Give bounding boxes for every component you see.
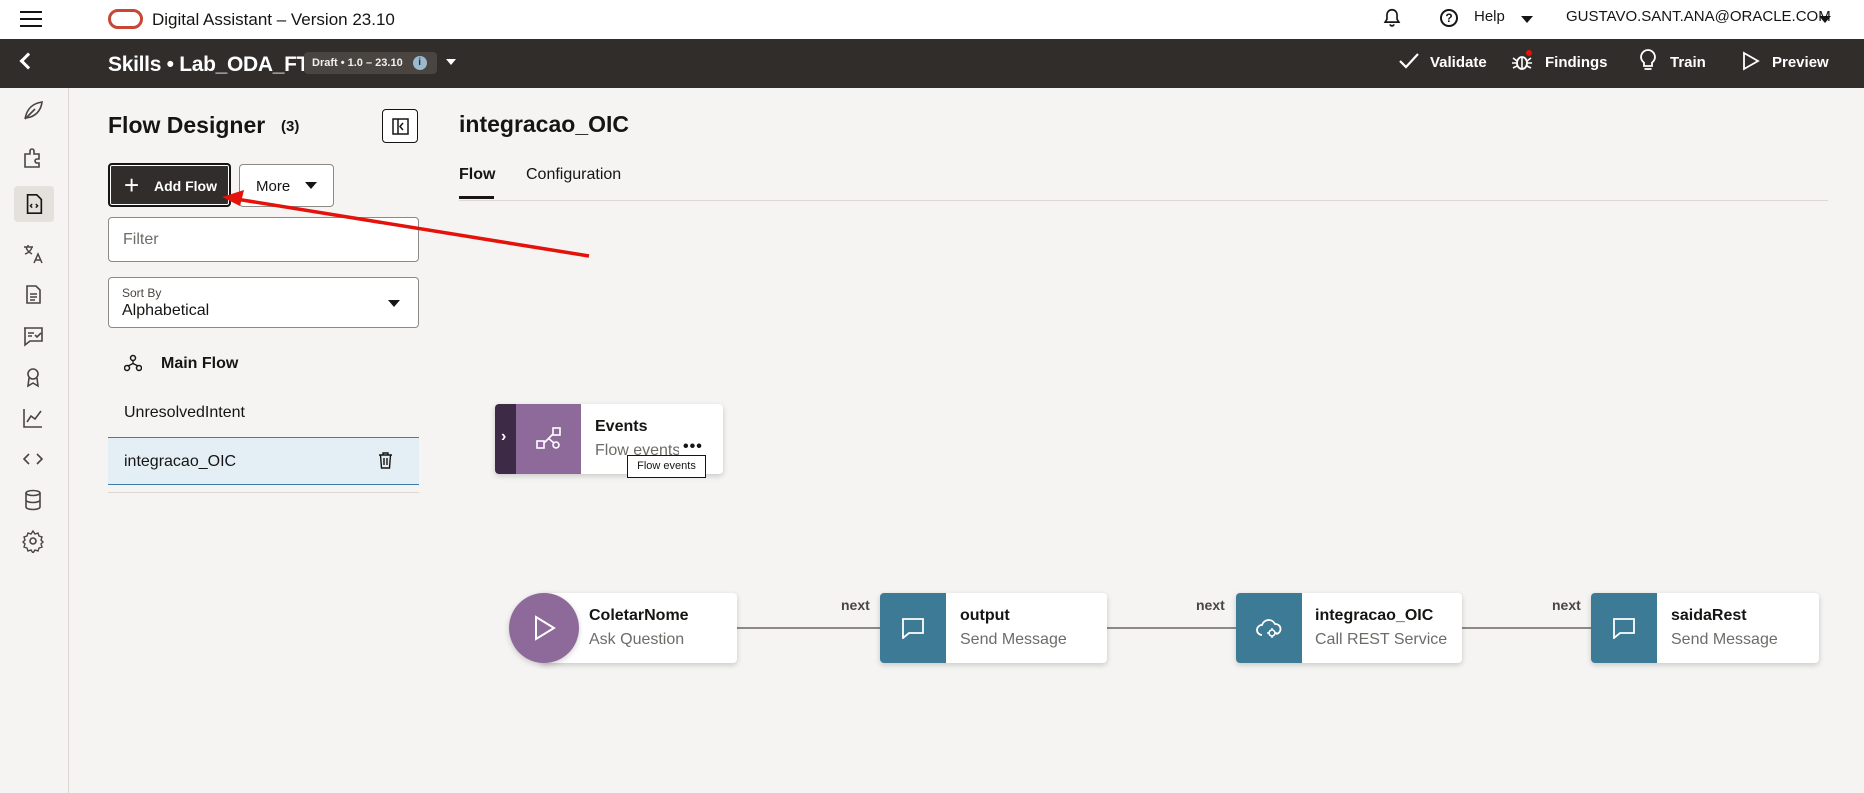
collapse-icon (392, 118, 409, 135)
skill-version-caret-icon[interactable] (446, 59, 456, 65)
documents-icon[interactable] (21, 283, 45, 307)
flow-node-saidarest[interactable]: saidaRest Send Message (1591, 593, 1819, 663)
connector-line (1106, 627, 1236, 629)
node-title: integracao_OIC (1315, 607, 1434, 624)
more-button[interactable]: More (239, 164, 334, 207)
more-caret-icon (305, 182, 317, 189)
analytics-icon[interactable] (21, 406, 45, 430)
leaf-icon[interactable] (21, 99, 45, 123)
flows-nav-item[interactable] (14, 186, 54, 222)
active-tab-indicator (459, 196, 494, 199)
flow-item-label: UnresolvedIntent (124, 404, 245, 421)
version-badge-label: Draft • 1.0 – 23.10 (312, 57, 403, 69)
edge-label: next (841, 597, 870, 613)
hamburger-menu-icon[interactable] (20, 11, 42, 27)
node-icon-box (1236, 593, 1302, 663)
sort-by-label: Sort By (122, 286, 162, 300)
flow-item-label: integracao_OIC (124, 453, 237, 470)
node-subtitle: Send Message (960, 631, 1067, 648)
sort-by-select[interactable]: Sort By Alphabetical (108, 277, 419, 328)
flow-node-integracao-oic[interactable]: integracao_OIC Call REST Service (1236, 593, 1462, 663)
more-options-icon[interactable]: ••• (683, 438, 703, 456)
node-title: output (960, 607, 1010, 624)
info-icon[interactable]: i (412, 56, 427, 70)
node-subtitle: Ask Question (589, 631, 685, 648)
trash-icon[interactable] (378, 452, 393, 469)
code-icon[interactable] (21, 447, 45, 471)
app-title: Digital Assistant – Version 23.10 (152, 10, 395, 29)
sort-caret-icon (388, 300, 400, 307)
events-node-title: Events (595, 418, 648, 435)
left-nav (0, 88, 69, 793)
start-node-circle[interactable] (509, 593, 579, 663)
skill-bar: Skills • Lab_ODA_FT Draft • 1.0 – 23.10 … (0, 39, 1864, 88)
cloud-rest-icon (1256, 619, 1282, 638)
settings-gear-icon[interactable] (21, 529, 45, 553)
flow-item-unresolved-intent[interactable]: UnresolvedIntent (108, 389, 419, 437)
connector-line (736, 627, 880, 629)
edge-label: next (1196, 597, 1225, 613)
panel-title: Flow Designer (108, 112, 266, 138)
lightbulb-icon (1640, 49, 1656, 70)
plus-icon: + (124, 170, 140, 200)
flow-hierarchy-icon (124, 354, 142, 372)
tab-divider (459, 200, 1828, 201)
tab-flow[interactable]: Flow (459, 166, 495, 184)
help-icon[interactable]: ? (1440, 9, 1458, 27)
checkmark-icon (1399, 53, 1419, 69)
flow-item-label: Main Flow (161, 355, 239, 372)
chat-bubble-icon (902, 618, 924, 639)
chat-check-icon[interactable] (21, 324, 45, 348)
flow-title: integracao_OIC (459, 111, 629, 137)
flow-node-output[interactable]: output Send Message (880, 593, 1107, 663)
train-button[interactable]: Train (1670, 54, 1706, 71)
bug-icon (1512, 50, 1532, 70)
node-icon-box (880, 593, 946, 663)
edge-label: next (1552, 597, 1581, 613)
flow-count: (3) (281, 118, 300, 135)
version-badge: Draft • 1.0 – 23.10 i (304, 52, 437, 74)
tab-configuration[interactable]: Configuration (526, 166, 621, 184)
findings-button[interactable]: Findings (1545, 54, 1608, 71)
node-subtitle: Send Message (1671, 631, 1778, 648)
chevron-right-icon: › (501, 428, 507, 445)
badge-icon[interactable] (21, 365, 45, 389)
node-title: saidaRest (1671, 607, 1747, 624)
events-expand-handle[interactable]: › (495, 404, 516, 474)
list-divider (108, 492, 419, 493)
events-network-icon (536, 427, 561, 449)
preview-button[interactable]: Preview (1772, 54, 1829, 71)
sort-by-value: Alphabetical (122, 302, 210, 319)
chat-bubble-icon (1613, 618, 1635, 639)
translate-icon[interactable] (21, 242, 45, 266)
add-flow-button[interactable]: + Add Flow (108, 163, 231, 207)
user-menu[interactable]: GUSTAVO.SANT.ANA@ORACLE.COM (1566, 8, 1831, 25)
skill-title: Skills • Lab_ODA_FT (108, 53, 310, 76)
tooltip: Flow events (627, 455, 706, 478)
flow-item-main-flow[interactable]: Main Flow (108, 340, 419, 388)
node-title: ColetarNome (589, 607, 689, 624)
connector-line (1461, 627, 1593, 629)
more-label: More (256, 178, 291, 195)
top-bar: Digital Assistant – Version 23.10 ? Help… (0, 0, 1864, 39)
node-icon-box (1591, 593, 1657, 663)
user-caret-icon[interactable] (1819, 16, 1831, 23)
play-icon (535, 615, 556, 641)
help-caret-icon[interactable] (1521, 16, 1533, 23)
events-icon-box (516, 404, 581, 474)
node-subtitle: Call REST Service (1315, 631, 1448, 648)
back-arrow-icon[interactable] (19, 52, 37, 70)
database-icon[interactable] (21, 488, 45, 512)
document-code-icon (26, 194, 43, 214)
notifications-bell-icon[interactable] (1381, 6, 1403, 30)
filter-input[interactable] (108, 217, 419, 262)
play-icon (1743, 51, 1760, 71)
validate-button[interactable]: Validate (1430, 54, 1487, 71)
collapse-panel-button[interactable] (382, 109, 418, 143)
puzzle-icon[interactable] (21, 146, 45, 170)
flow-item-integracao-oic[interactable]: integracao_OIC (108, 437, 419, 485)
add-flow-label: Add Flow (154, 178, 217, 194)
oracle-logo-icon (108, 9, 143, 29)
help-menu[interactable]: Help (1474, 8, 1505, 25)
